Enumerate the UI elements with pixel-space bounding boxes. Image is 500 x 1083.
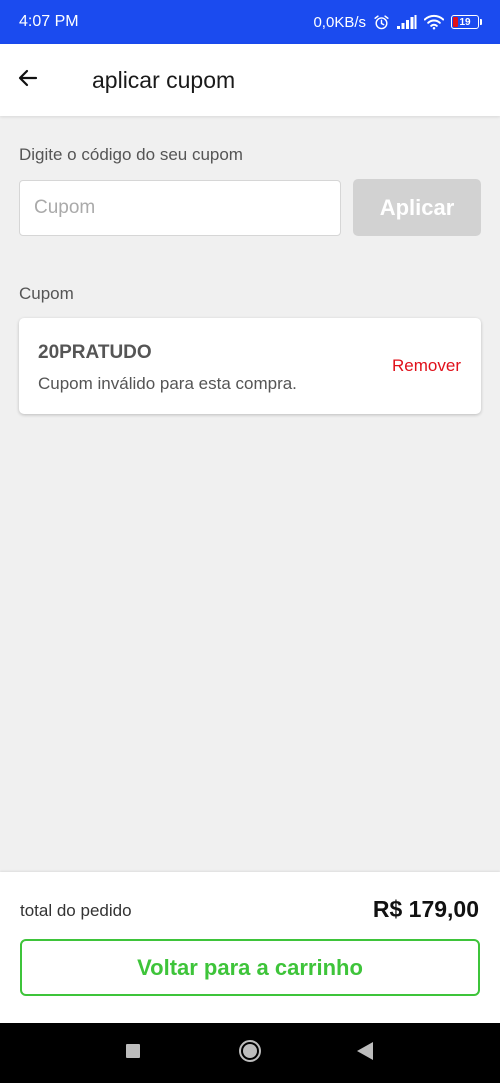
total-value: R$ 179,00 xyxy=(372,896,479,922)
coupon-prompt-label: Digite o código do seu cupom xyxy=(19,145,243,164)
arrow-left-icon xyxy=(16,66,40,95)
coupon-input[interactable] xyxy=(19,180,341,236)
battery-level: 19 xyxy=(459,16,471,28)
status-time: 4:07 PM xyxy=(19,13,79,30)
triangle-back-icon xyxy=(357,1041,373,1065)
wifi-icon xyxy=(424,14,444,30)
battery-icon: 19 xyxy=(451,15,482,29)
status-bar: 4:07 PM 0,0KB/s 19 xyxy=(0,0,500,44)
page-title: aplicar cupom xyxy=(92,66,236,93)
system-nav-bar xyxy=(0,1023,500,1083)
signal-icon xyxy=(397,15,417,29)
total-label: total do pedido xyxy=(20,901,132,920)
remove-coupon-button[interactable]: Remover xyxy=(392,356,461,376)
coupon-code: 20PRATUDO xyxy=(38,342,152,363)
home-button[interactable] xyxy=(220,1023,280,1083)
network-speed: 0,0KB/s xyxy=(313,13,366,31)
square-recents-icon xyxy=(126,1043,140,1063)
system-back-button[interactable] xyxy=(335,1023,395,1083)
app-bar: aplicar cupom xyxy=(0,44,500,116)
order-summary-panel: total do pedido R$ 179,00 Voltar para a … xyxy=(0,872,500,1023)
back-to-cart-button[interactable]: Voltar para a carrinho xyxy=(20,939,480,996)
status-indicators: 0,0KB/s 19 xyxy=(313,14,482,31)
back-button[interactable] xyxy=(0,44,56,116)
circle-home-icon xyxy=(238,1039,262,1068)
apply-button[interactable]: Aplicar xyxy=(353,179,481,236)
coupon-card: 20PRATUDO Cupom inválido para esta compr… xyxy=(19,318,481,414)
alarm-icon xyxy=(373,14,390,31)
recents-button[interactable] xyxy=(103,1023,163,1083)
coupon-section-label: Cupom xyxy=(19,284,74,303)
coupon-error-message: Cupom inválido para esta compra. xyxy=(38,374,297,393)
